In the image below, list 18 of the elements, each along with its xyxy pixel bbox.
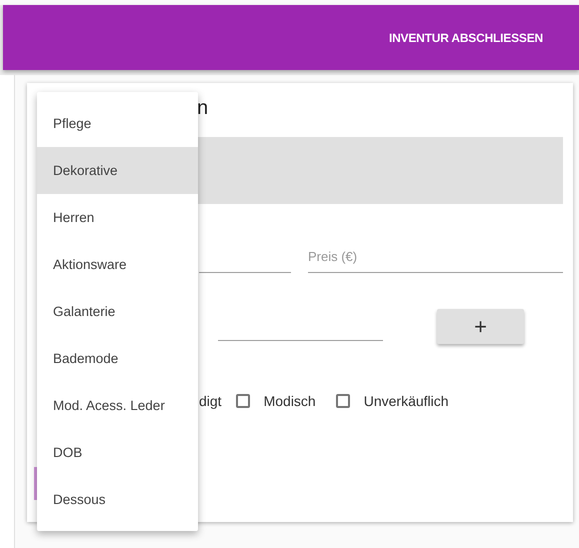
add-button[interactable]: + bbox=[437, 309, 524, 344]
card-title: n bbox=[197, 97, 208, 121]
checkbox[interactable] bbox=[236, 394, 250, 408]
menu-item[interactable]: Mod. Acess. Leder bbox=[37, 382, 198, 429]
menu-item[interactable]: Galanterie bbox=[37, 288, 198, 335]
checkbox-label: Modisch bbox=[264, 393, 316, 409]
menu-item[interactable]: DOB bbox=[37, 429, 198, 476]
menu-item[interactable]: Dessous bbox=[37, 476, 198, 523]
checkbox[interactable] bbox=[336, 394, 350, 408]
finish-inventory-button[interactable]: INVENTUR ABSCHLIESSEN bbox=[388, 24, 543, 50]
menu-item[interactable]: Aktionsware bbox=[37, 241, 198, 288]
menu-item[interactable]: Bademode bbox=[37, 335, 198, 382]
menu-item[interactable]: Herren bbox=[37, 194, 198, 241]
checkbox-label: digt bbox=[199, 393, 222, 409]
menu-item[interactable]: Pflege bbox=[37, 100, 198, 147]
menu-item[interactable]: Dekorative bbox=[37, 147, 198, 194]
price-field[interactable]: Preis (€) bbox=[308, 247, 563, 273]
checkbox-label: Unverkäuflich bbox=[364, 393, 449, 409]
